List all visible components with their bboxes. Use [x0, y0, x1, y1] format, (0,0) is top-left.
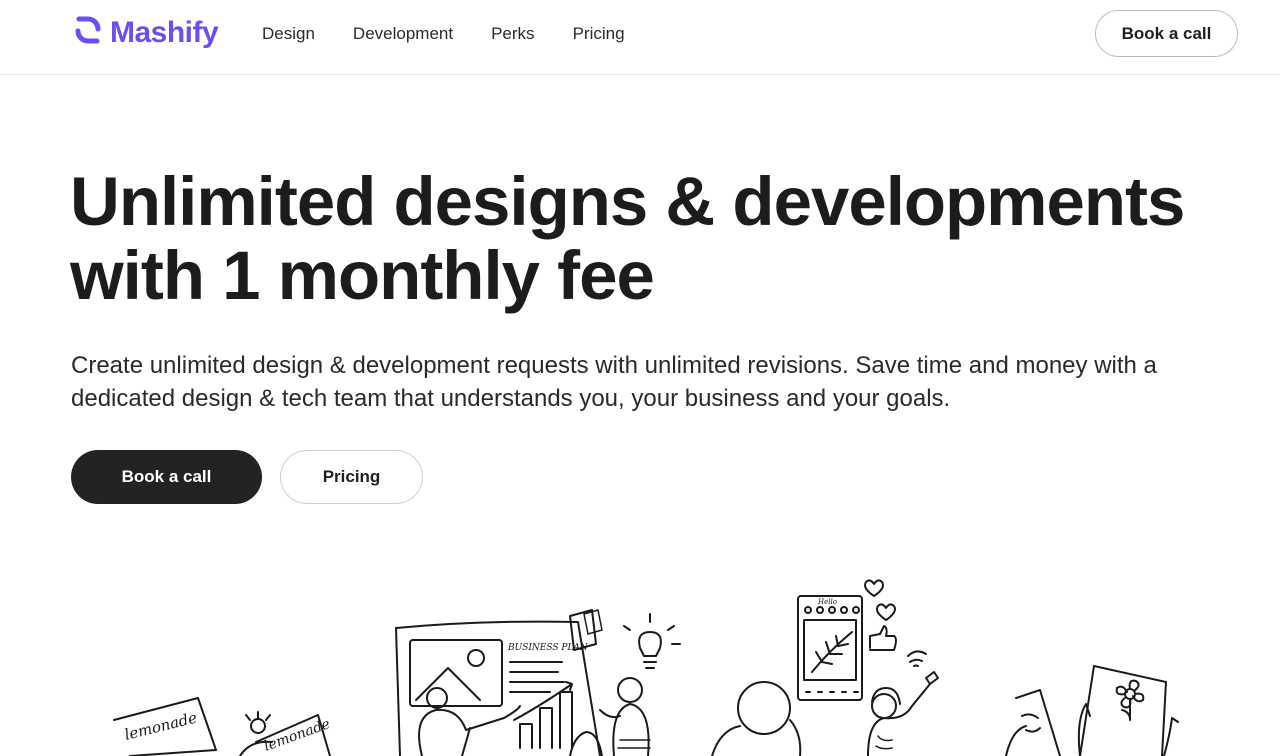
nav-item-pricing[interactable]: Pricing	[573, 23, 625, 45]
main-nav: Design Development Perks Pricing	[262, 23, 663, 45]
team-doodle-illustration: lemonade lemonade BUSINESS PLAN Hello	[113, 579, 1179, 756]
board-title-label: BUSINESS PLAN	[507, 643, 589, 653]
top-navbar: Mashify Design Development Perks Pricing…	[0, 0, 1280, 75]
hero-title-line-2: with 1 monthly fee	[70, 237, 655, 314]
business-plan-board-illustration: BUSINESS PLAN	[395, 609, 603, 756]
person-standing-illustration	[599, 677, 651, 756]
nav-item-development[interactable]: Development	[353, 23, 453, 45]
hero-subtitle: Create unlimited design & development re…	[71, 352, 1157, 412]
phone-title-label: Hello	[817, 598, 837, 606]
book-call-button[interactable]: Book a call	[71, 450, 262, 504]
round-figure-illustration	[711, 681, 802, 756]
lightbulb-illustration	[623, 613, 681, 669]
lemonade-sign-left-illustration: lemonade	[113, 697, 217, 756]
hearts-likes-illustration	[864, 579, 897, 651]
person-presenting-illustration	[418, 687, 603, 756]
person-with-phone-illustration	[867, 650, 939, 756]
book-call-nav-button[interactable]: Book a call	[1095, 10, 1238, 57]
brand-name: Mashify	[110, 15, 219, 49]
nav-item-design[interactable]: Design	[262, 23, 315, 45]
brand-logo[interactable]: Mashify	[72, 14, 219, 51]
pricing-button[interactable]: Pricing	[280, 450, 423, 504]
hero-title-line-1: Unlimited designs & developments	[70, 163, 1185, 240]
phone-social-illustration: Hello	[797, 595, 863, 701]
mashify-logo-icon	[72, 14, 104, 51]
hero-illustration: lemonade lemonade BUSINESS PLAN Hello	[100, 570, 1220, 756]
hero-title: Unlimited designs & developments with 1 …	[70, 165, 1230, 313]
lemonade-sign-right-illustration: lemonade	[239, 711, 332, 756]
sign-right-label: lemonade	[262, 716, 332, 755]
flower-card-illustration	[1005, 665, 1179, 756]
nav-item-perks[interactable]: Perks	[491, 23, 534, 45]
